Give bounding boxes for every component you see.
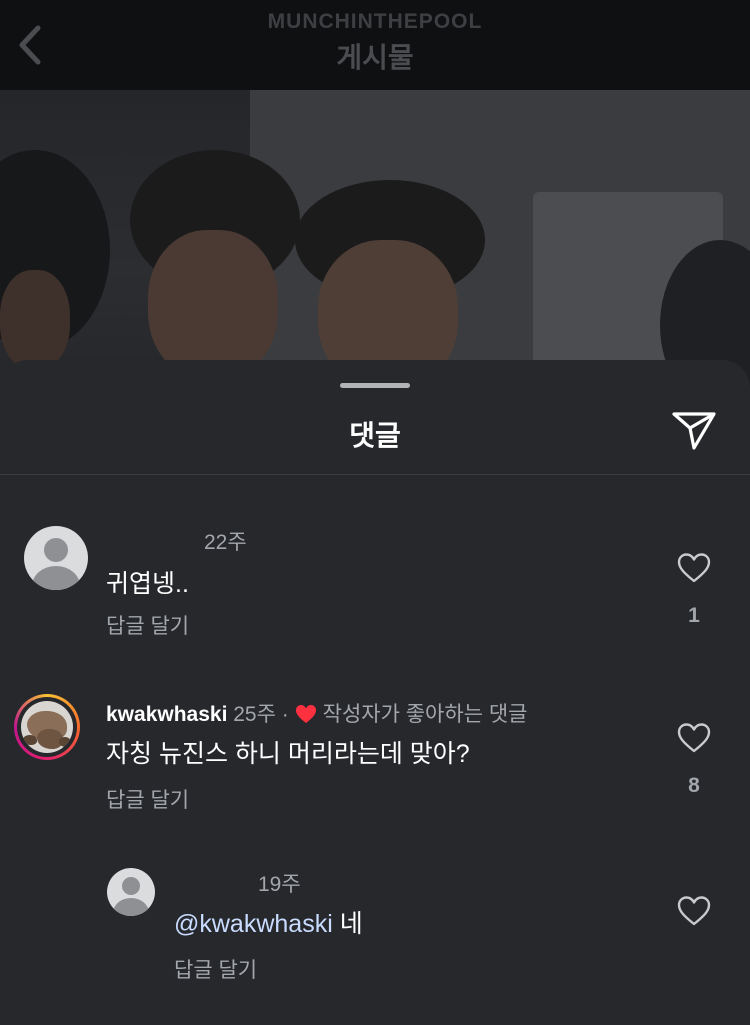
- page-title: 게시물: [336, 42, 414, 73]
- post-photo: [0, 90, 750, 390]
- comment-meta: 22주: [204, 526, 247, 556]
- mention-link[interactable]: @kwakwhaski: [174, 910, 333, 938]
- account-name[interactable]: MUNCHINTHEPOOL: [0, 10, 750, 34]
- avatar[interactable]: [24, 526, 88, 590]
- comments-title: 댓글: [349, 420, 401, 451]
- heart-icon[interactable]: [677, 895, 711, 927]
- reply-text: @kwakwhaski 네: [174, 904, 363, 940]
- reply-body: 네: [339, 910, 363, 938]
- heart-icon[interactable]: [677, 722, 711, 754]
- sheet-drag-handle[interactable]: [340, 383, 410, 388]
- avatar-story-ring[interactable]: [14, 694, 80, 760]
- reply-time: 19주: [258, 873, 301, 896]
- comment-time: 25주: [233, 703, 276, 726]
- reply-meta: 19주: [258, 868, 301, 898]
- like-count[interactable]: 8: [677, 774, 711, 798]
- comment-meta: kwakwhaski 25주 · 작성자가 좋아하는 댓글: [106, 698, 528, 728]
- reply-button[interactable]: 답글 달기: [106, 610, 189, 640]
- comment-username[interactable]: kwakwhaski: [106, 703, 227, 726]
- author-liked-heart-icon: [295, 705, 316, 723]
- comment-time: 22주: [204, 531, 247, 554]
- comment-text: 귀엽넹..: [106, 570, 189, 598]
- reply-button[interactable]: 답글 달기: [106, 784, 189, 814]
- header-divider: [0, 474, 750, 475]
- heart-icon[interactable]: [677, 552, 711, 584]
- top-navigation-bar: MUNCHINTHEPOOL 게시물: [0, 0, 750, 90]
- reply-button[interactable]: 답글 달기: [174, 954, 257, 984]
- author-liked-label: 작성자가 좋아하는 댓글: [322, 703, 528, 726]
- comments-sheet: 댓글 22주 귀엽넹.. 답글 달기 1 kwakwhaski 25주 · 작성…: [0, 360, 750, 1025]
- paper-plane-icon[interactable]: [670, 410, 718, 452]
- avatar[interactable]: [107, 868, 155, 916]
- meta-separator: ·: [281, 703, 289, 726]
- avatar: [21, 701, 73, 753]
- comment-text: 자칭 뉴진스 하니 머리라는데 맞아?: [106, 740, 470, 768]
- like-count[interactable]: 1: [677, 604, 711, 628]
